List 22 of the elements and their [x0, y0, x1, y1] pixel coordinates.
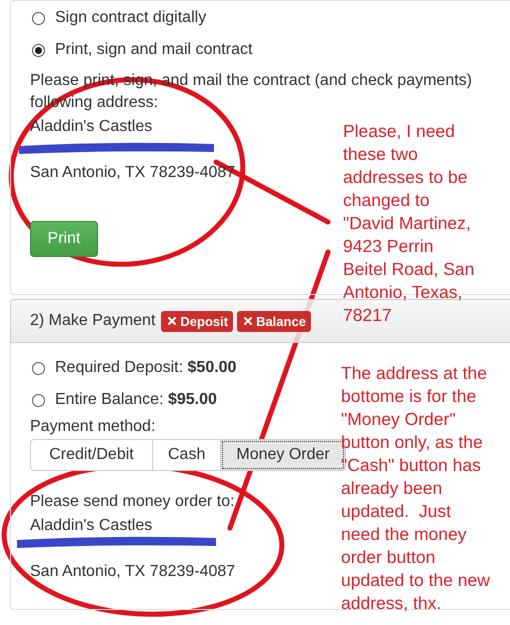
close-icon [166, 315, 178, 327]
amount-label: Required Deposit: $50.00 [55, 359, 236, 377]
address-line: San Antonio, TX 78239-4087 [30, 562, 236, 582]
address-line: San Antonio, TX 78239-4087 [30, 163, 236, 183]
status-badge: Balance [237, 310, 311, 332]
annotation-note: Please, I need these two addresses to be changed to "David Martinez, 9423 Perrin Beitel Road, San Antonio, Texas, 78217 [343, 120, 474, 327]
send-to-text: Please send money order to: [30, 492, 235, 512]
payment-method-button[interactable]: Credit/Debit [30, 439, 153, 471]
address-line: Aladdin's Castles [30, 117, 152, 137]
amount-label: Entire Balance: $95.00 [55, 391, 217, 409]
radio-button[interactable] [32, 12, 45, 24]
radio-button[interactable] [32, 394, 45, 406]
option-label: Print, sign and mail contract [55, 41, 252, 59]
option-label: Sign contract digitally [55, 9, 206, 27]
address-line: Aladdin's Castles [30, 516, 152, 536]
status-badge: Deposit [161, 310, 234, 332]
radio-button[interactable] [32, 44, 45, 56]
payment-method-button[interactable]: Cash [152, 439, 222, 471]
radio-button[interactable] [32, 362, 45, 374]
payment-method-label: Payment method: [30, 417, 156, 437]
section-title: 2) Make Payment [30, 312, 156, 330]
close-icon [242, 315, 254, 327]
